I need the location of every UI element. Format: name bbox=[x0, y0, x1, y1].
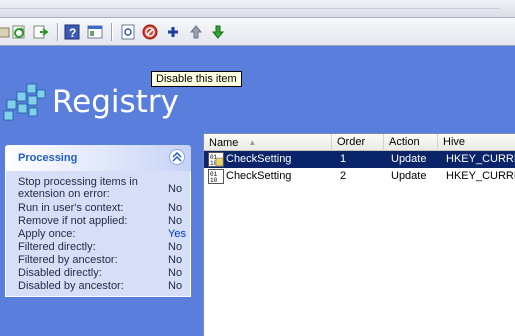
column-label: Hive bbox=[443, 136, 466, 148]
property-value: No bbox=[168, 280, 183, 292]
refresh-icon[interactable] bbox=[10, 23, 28, 41]
collapse-icon[interactable] bbox=[169, 149, 185, 165]
processing-panel: Processing Stop processing items in exte… bbox=[5, 145, 191, 297]
property-label: Apply once: bbox=[18, 228, 76, 240]
property-label: Remove if not applied: bbox=[18, 215, 128, 227]
cell-hive: HKEY_CURRE bbox=[446, 153, 515, 165]
properties-icon[interactable] bbox=[119, 23, 137, 41]
property-value: No bbox=[168, 202, 183, 214]
add-icon[interactable] bbox=[164, 23, 182, 41]
help-icon[interactable]: ? bbox=[63, 23, 81, 41]
registry-value-icon: 01 10 bbox=[208, 169, 224, 184]
property-value: No bbox=[168, 241, 183, 253]
property-value: No bbox=[168, 254, 183, 266]
column-header-action[interactable]: Action bbox=[384, 134, 438, 151]
items-list[interactable]: Name ▲ Order Action Hive 01 10 CheckSettin… bbox=[203, 133, 515, 336]
cell-name: CheckSetting bbox=[226, 170, 292, 182]
property-label: Disabled by ancestor: bbox=[18, 280, 124, 292]
toolbar: ? bbox=[0, 18, 515, 46]
move-down-icon[interactable] bbox=[209, 23, 227, 41]
divider bbox=[0, 8, 500, 9]
column-header-hive[interactable]: Hive bbox=[438, 134, 515, 151]
svg-text:?: ? bbox=[69, 26, 76, 40]
property-label: Filtered by ancestor: bbox=[18, 254, 118, 266]
property-value: No bbox=[168, 183, 183, 195]
view-icon[interactable] bbox=[86, 23, 104, 41]
table-row[interactable]: 01 10 CheckSetting 1 Update HKEY_CURRE bbox=[204, 151, 515, 168]
sort-ascending-icon: ▲ bbox=[248, 138, 257, 147]
registry-value-icon: 01 10 bbox=[208, 152, 224, 167]
column-header-name[interactable]: Name ▲ bbox=[204, 134, 332, 151]
column-label: Action bbox=[389, 136, 420, 148]
export-icon[interactable] bbox=[32, 23, 50, 41]
toolbar-separator bbox=[57, 23, 58, 41]
cell-action: Update bbox=[391, 170, 427, 182]
property-label: Run in user's context: bbox=[18, 202, 124, 214]
disable-icon[interactable] bbox=[141, 23, 159, 41]
cell-action: Update bbox=[391, 153, 427, 165]
registry-cubes-icon bbox=[3, 82, 47, 122]
column-label: Name bbox=[209, 137, 239, 149]
window-top-strip bbox=[0, 0, 515, 18]
svg-text:10: 10 bbox=[210, 177, 218, 184]
list-header: Name ▲ Order Action Hive bbox=[204, 134, 515, 151]
page-title: Registry bbox=[52, 84, 179, 120]
move-up-icon[interactable] bbox=[187, 23, 205, 41]
tooltip: Disable this item bbox=[151, 71, 242, 87]
column-label: Order bbox=[337, 136, 366, 148]
cell-hive: HKEY_CURRE bbox=[446, 170, 515, 182]
property-label: Stop processing items in extension on er… bbox=[18, 176, 138, 200]
property-label: Disabled directly: bbox=[18, 267, 102, 279]
processing-panel-body: Stop processing items in extension on er… bbox=[5, 171, 191, 297]
table-row[interactable]: 01 10 CheckSetting 2 Update HKEY_CURRE bbox=[204, 168, 515, 185]
property-value: Yes bbox=[168, 228, 186, 240]
panel-title: Processing bbox=[18, 152, 78, 164]
column-header-order[interactable]: Order bbox=[332, 134, 384, 151]
property-value: No bbox=[168, 215, 183, 227]
cell-name: CheckSetting bbox=[226, 153, 292, 165]
property-label: Filtered directly: bbox=[18, 241, 96, 253]
toolbar-separator bbox=[111, 23, 112, 41]
cell-order: 2 bbox=[340, 170, 347, 182]
cell-order: 1 bbox=[340, 153, 347, 165]
property-value: No bbox=[168, 267, 183, 279]
processing-panel-header[interactable]: Processing bbox=[5, 145, 191, 171]
